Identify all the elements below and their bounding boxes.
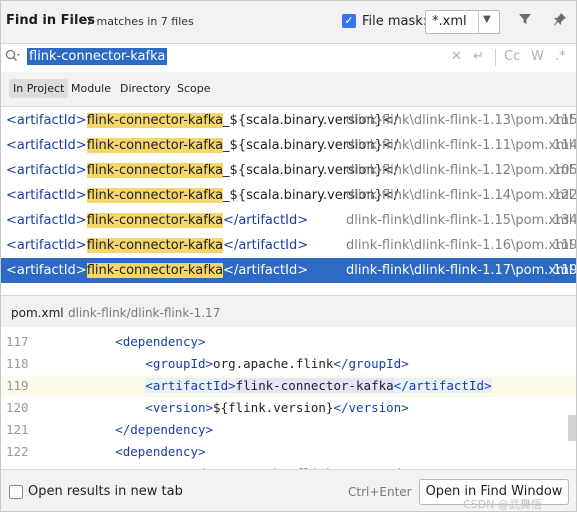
line-number: 120 bbox=[6, 400, 29, 415]
result-row[interactable]: <artifactId>flink-connector-kafka_${scal… bbox=[1, 108, 576, 133]
line-number: 122 bbox=[6, 444, 29, 459]
code-text: <version>${flink.version}</version> bbox=[145, 400, 409, 415]
results-list: <artifactId>flink-connector-kafka_${scal… bbox=[1, 107, 576, 283]
preview-file-dir: dlink-flink/dlink-flink-1.17 bbox=[68, 306, 221, 320]
file-mask-value: *.xml bbox=[432, 14, 467, 29]
combo-separator bbox=[478, 11, 479, 33]
result-path: dlink-flink\dlink-flink-1.14\pom.xml bbox=[346, 188, 573, 203]
result-row[interactable]: <artifactId>flink-connector-kafka_${scal… bbox=[1, 183, 576, 208]
match-case-toggle[interactable]: Cc bbox=[504, 49, 520, 64]
result-code: <artifactId>flink-connector-kafka</artif… bbox=[6, 238, 309, 253]
line-number: 121 bbox=[6, 422, 29, 437]
scope-tabs: In Project Module Directory Scope bbox=[1, 72, 576, 107]
code-line: 122 <dependency> bbox=[1, 441, 576, 463]
result-line: 105 bbox=[553, 163, 576, 178]
whole-words-toggle[interactable]: W bbox=[531, 49, 544, 64]
result-line: 119 bbox=[553, 263, 576, 278]
result-line: 114 bbox=[553, 138, 576, 153]
file-mask-label[interactable]: File mask: bbox=[362, 14, 427, 29]
search-icon[interactable] bbox=[5, 49, 21, 66]
result-code: <artifactId>flink-connector-kafka_${scal… bbox=[6, 138, 399, 153]
shortcut-hint: Ctrl+Enter bbox=[348, 485, 412, 499]
result-row[interactable]: <artifactId>flink-connector-kafka</artif… bbox=[1, 208, 576, 233]
code-line: 120 <version>${flink.version}</version> bbox=[1, 397, 576, 419]
preview-header: pom.xml dlink-flink/dlink-flink-1.17 bbox=[1, 295, 576, 328]
line-number: 119 bbox=[6, 378, 29, 393]
code-text: <dependency> bbox=[115, 334, 206, 349]
chevron-down-icon[interactable]: ▼ bbox=[483, 14, 491, 25]
preview-file-name: pom.xml bbox=[11, 306, 64, 320]
watermark: CSDN @武舞悟 bbox=[463, 498, 542, 511]
result-row[interactable]: <artifactId>flink-connector-kafka_${scal… bbox=[1, 158, 576, 183]
result-row[interactable]: <artifactId>flink-connector-kafka</artif… bbox=[1, 233, 576, 258]
result-code: <artifactId>flink-connector-kafka_${scal… bbox=[6, 188, 399, 203]
result-path: dlink-flink\dlink-flink-1.12\pom.xml bbox=[346, 163, 573, 178]
result-code: <artifactId>flink-connector-kafka_${scal… bbox=[6, 163, 399, 178]
pin-icon[interactable] bbox=[553, 12, 567, 30]
result-path: dlink-flink\dlink-flink-1.11\pom.xml bbox=[346, 138, 573, 153]
clear-icon[interactable]: ✕ bbox=[451, 49, 462, 64]
file-mask-checkbox[interactable]: ✓ bbox=[342, 14, 356, 28]
scope-tab-scope[interactable]: Scope bbox=[177, 82, 211, 95]
result-path: dlink-flink\dlink-flink-1.16\pom.xml bbox=[346, 238, 573, 253]
dialog-header: Find in Files 7 matches in 7 files ✓ Fil… bbox=[1, 1, 576, 43]
result-path: dlink-flink\dlink-flink-1.17\pom.xml bbox=[346, 263, 573, 278]
search-row: flink-connector-kafka ✕ ↵ Cc W .* bbox=[1, 43, 576, 73]
result-code: <artifactId>flink-connector-kafka</artif… bbox=[6, 213, 309, 228]
result-row-selected[interactable]: <artifactId>flink-connector-kafka</artif… bbox=[1, 258, 576, 283]
result-line: 134 bbox=[553, 213, 576, 228]
result-line: 115 bbox=[553, 113, 576, 128]
code-text: <groupId>org.apache.flink</groupId> bbox=[145, 356, 409, 371]
code-line: 121 </dependency> bbox=[1, 419, 576, 441]
result-code: <artifactId>flink-connector-kafka_${scal… bbox=[6, 113, 399, 128]
code-line-current: 119 <artifactId>flink-connector-kafka</a… bbox=[1, 375, 576, 397]
code-text: <dependency> bbox=[115, 444, 206, 459]
file-mask-combo[interactable]: *.xml ▼ bbox=[425, 10, 500, 34]
filter-icon[interactable] bbox=[518, 12, 532, 30]
scrollbar-thumb[interactable] bbox=[568, 415, 576, 441]
regex-toggle[interactable]: .* bbox=[555, 49, 566, 64]
result-path: dlink-flink\dlink-flink-1.15\pom.xml bbox=[346, 213, 573, 228]
code-preview[interactable]: - - - - - - - - - - - - - - - 117 <depen… bbox=[1, 327, 576, 469]
scope-tab-in-project[interactable]: In Project bbox=[9, 79, 69, 98]
search-input[interactable]: flink-connector-kafka bbox=[27, 48, 168, 65]
newline-icon[interactable]: ↵ bbox=[473, 49, 484, 64]
line-number: 117 bbox=[6, 334, 29, 349]
find-in-files-window: Find in Files 7 matches in 7 files ✓ Fil… bbox=[0, 0, 577, 512]
code-text: <artifactId>flink-connector-kafka</artif… bbox=[145, 378, 492, 393]
scope-tab-directory[interactable]: Directory bbox=[120, 82, 171, 95]
code-text: </dependency> bbox=[115, 422, 214, 437]
scope-tab-module[interactable]: Module bbox=[71, 82, 111, 95]
result-line: 119 bbox=[553, 238, 576, 253]
tool-separator bbox=[495, 49, 496, 66]
line-number: 118 bbox=[6, 356, 29, 371]
code-line: 118 <groupId>org.apache.flink</groupId> bbox=[1, 353, 576, 375]
dialog-title: Find in Files bbox=[6, 13, 96, 28]
result-code: <artifactId>flink-connector-kafka</artif… bbox=[6, 263, 309, 278]
open-new-tab-label[interactable]: Open results in new tab bbox=[28, 484, 183, 499]
result-row[interactable]: <artifactId>flink-connector-kafka_${scal… bbox=[1, 133, 576, 158]
result-path: dlink-flink\dlink-flink-1.13\pom.xml bbox=[346, 113, 573, 128]
open-new-tab-checkbox[interactable] bbox=[9, 485, 23, 499]
result-line: 122 bbox=[553, 188, 576, 203]
code-line: 117 <dependency> bbox=[1, 331, 576, 353]
match-count: 7 matches in 7 files bbox=[86, 15, 194, 28]
